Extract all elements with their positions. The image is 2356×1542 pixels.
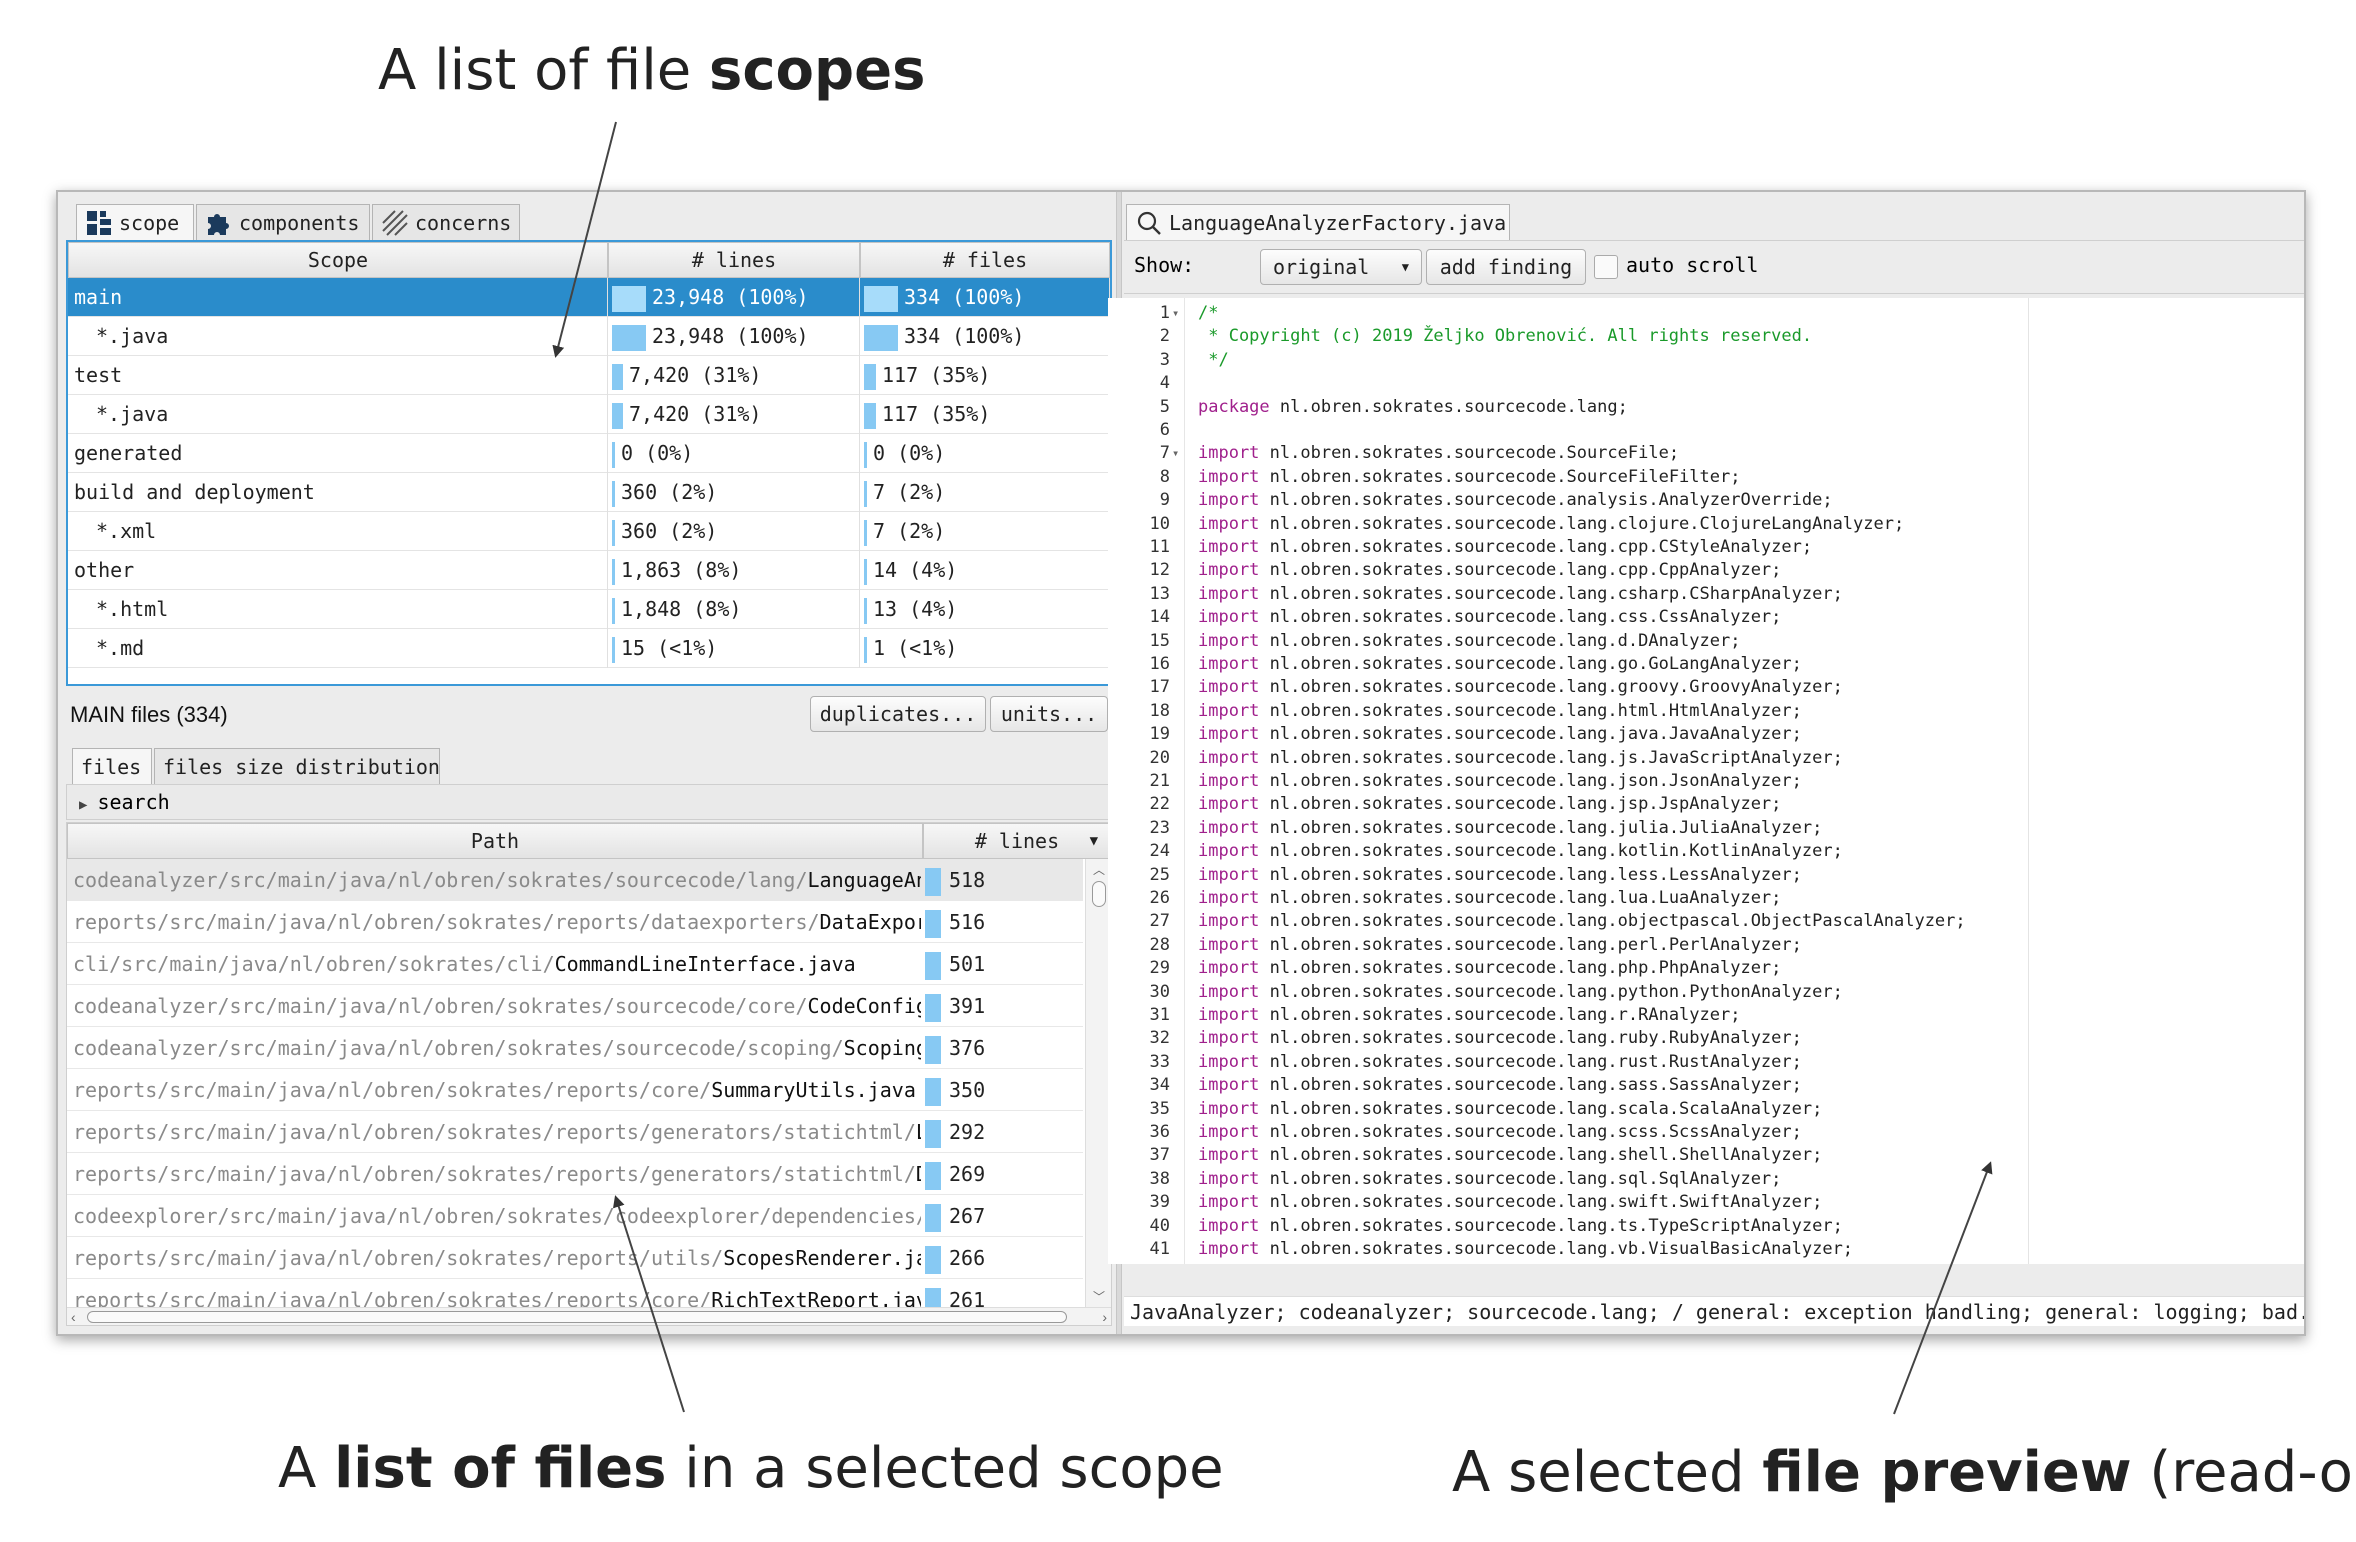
arrow-to-file-list [613,1195,685,1413]
annotation-arrows [552,121,1993,1415]
arrow-to-file-preview [1893,1161,1993,1415]
arrow-to-scope-list [552,121,617,358]
